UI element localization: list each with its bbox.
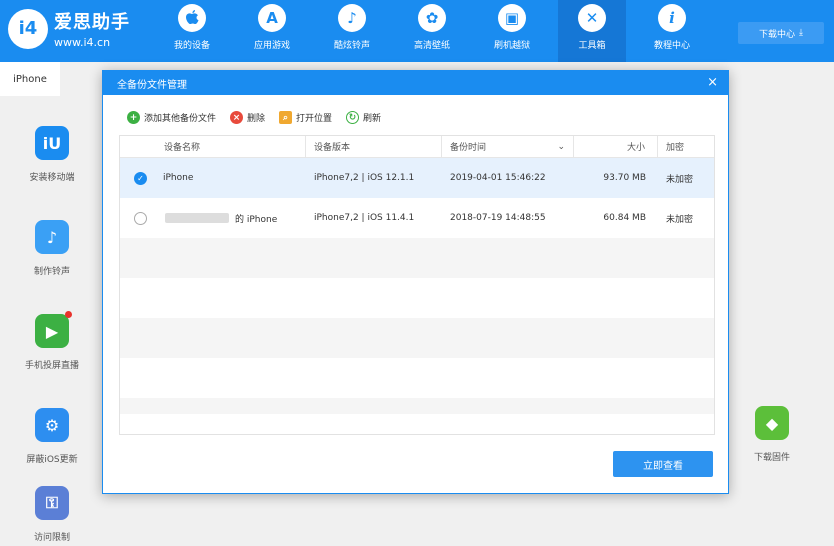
bell-icon: ♪ xyxy=(338,4,366,32)
nav-label: 工具箱 xyxy=(578,41,606,51)
lock-icon: ⚿ xyxy=(35,486,69,520)
col-encryption[interactable]: 加密 xyxy=(658,136,714,157)
sort-chevron-icon: ⌄ xyxy=(557,141,565,152)
empty-row xyxy=(120,318,714,358)
nav-label: 教程中心 xyxy=(653,41,690,51)
col-size[interactable]: 大小 xyxy=(574,136,658,157)
gear-icon: ⚙ xyxy=(35,408,69,442)
delete-button[interactable]: × 删除 xyxy=(230,111,265,124)
nav-label: 我的设备 xyxy=(173,41,210,51)
backup-time: 2019-04-01 15:46:22 xyxy=(450,173,546,183)
tool-label: 安装移动端 xyxy=(29,173,75,183)
dialog-toolbar: + 添加其他备份文件 × 删除 ⌕ 打开位置 ↻ 刷新 xyxy=(127,111,395,124)
backup-size: 60.84 MB xyxy=(603,213,646,223)
nav-ringtones[interactable]: ♪ 酷炫铃声 xyxy=(318,0,386,62)
i4-logo-icon: i4 xyxy=(8,8,48,49)
empty-row xyxy=(120,238,714,278)
wallpaper-icon: ✿ xyxy=(418,4,446,32)
app-url: www.i4.cn xyxy=(54,36,111,49)
encryption-status: 未加密 xyxy=(666,214,694,225)
dialog-title: 全备份文件管理 xyxy=(117,79,187,91)
delete-icon: × xyxy=(230,111,244,124)
close-icon[interactable]: × xyxy=(707,75,718,90)
radio-checked-icon[interactable]: ✓ xyxy=(134,171,147,185)
tool-install-mobile[interactable]: iU 安装移动端 xyxy=(0,126,104,183)
nav-apps-games[interactable]: A 应用游戏 xyxy=(238,0,306,62)
refresh-button[interactable]: ↻ 刷新 xyxy=(346,111,381,124)
screen-cast-icon: ▶ xyxy=(35,311,72,348)
col-device-name[interactable]: 设备名称 xyxy=(120,136,306,157)
device-name: iPhone xyxy=(163,173,194,183)
nav-label: 高清壁纸 xyxy=(413,41,450,51)
i4-app-icon: iU xyxy=(35,126,69,160)
tool-access-restriction[interactable]: ⚿ 访问限制 xyxy=(0,486,104,543)
nav-wallpapers[interactable]: ✿ 高清壁纸 xyxy=(398,0,466,62)
bell-plus-icon: ♪ xyxy=(35,220,69,254)
download-center-label: 下载中心 xyxy=(759,29,796,40)
apple-icon xyxy=(178,4,206,32)
cube-icon: ◆ xyxy=(755,406,789,440)
app-store-icon: A xyxy=(258,4,286,32)
download-center-button[interactable]: 下载中心 ⤓ xyxy=(738,22,824,44)
device-tab-iphone[interactable]: iPhone xyxy=(0,62,60,96)
tools-icon: ✕ xyxy=(578,4,606,32)
tool-screen-cast[interactable]: ▶ 手机投屏直播 xyxy=(0,311,104,371)
nav-my-device[interactable]: 我的设备 xyxy=(158,0,226,62)
backup-table: 设备名称 设备版本 备份时间 ⌄ 大小 加密 ✓ iPhone iPhone7,… xyxy=(119,135,715,435)
nav-toolbox[interactable]: ✕ 工具箱 xyxy=(558,0,626,62)
notification-dot xyxy=(65,311,72,318)
col-device-version[interactable]: 设备版本 xyxy=(306,136,442,157)
redacted-name xyxy=(165,213,229,223)
add-backup-button[interactable]: + 添加其他备份文件 xyxy=(127,111,216,124)
tool-block-ios-update[interactable]: ⚙ 屏蔽iOS更新 xyxy=(0,408,104,465)
table-row[interactable]: ✓ iPhone iPhone7,2 | iOS 12.1.1 2019-04-… xyxy=(120,158,714,198)
nav-label: 酷炫铃声 xyxy=(333,41,370,51)
backup-size: 93.70 MB xyxy=(603,173,646,183)
encryption-status: 未加密 xyxy=(666,174,694,185)
col-backup-time[interactable]: 备份时间 ⌄ xyxy=(442,136,574,157)
device-version: iPhone7,2 | iOS 12.1.1 xyxy=(314,173,415,183)
empty-row xyxy=(120,278,714,318)
add-icon: + xyxy=(127,111,140,124)
open-location-button[interactable]: ⌕ 打开位置 xyxy=(279,111,332,124)
app-logo: i4 爱思助手 www.i4.cn xyxy=(8,8,130,49)
dialog-title-bar: 全备份文件管理 × xyxy=(103,71,728,95)
table-row[interactable]: 的 iPhone iPhone7,2 | iOS 11.4.1 2018-07-… xyxy=(120,198,714,238)
refresh-icon: ↻ xyxy=(346,111,360,124)
download-icon: ⤓ xyxy=(799,28,803,38)
tool-label: 屏蔽iOS更新 xyxy=(26,455,78,465)
view-now-button[interactable]: 立即查看 xyxy=(613,451,713,477)
tool-make-ringtone[interactable]: ♪ 制作铃声 xyxy=(0,220,104,277)
app-title: 爱思助手 xyxy=(54,12,130,33)
nav-tutorials[interactable]: i 教程中心 xyxy=(638,0,706,62)
backup-time: 2018-07-19 14:48:55 xyxy=(450,213,546,223)
nav-label: 刷机越狱 xyxy=(493,41,530,51)
nav-flash-jailbreak[interactable]: ▣ 刷机越狱 xyxy=(478,0,546,62)
device-version: iPhone7,2 | iOS 11.4.1 xyxy=(314,213,415,223)
empty-row xyxy=(120,358,714,398)
backup-manager-dialog: 全备份文件管理 × + 添加其他备份文件 × 删除 ⌕ 打开位置 ↻ 刷新 设备… xyxy=(102,70,729,494)
tool-label: 访问限制 xyxy=(33,533,70,543)
radio-unchecked-icon[interactable] xyxy=(134,211,147,225)
table-header: 设备名称 设备版本 备份时间 ⌄ 大小 加密 xyxy=(120,136,714,158)
empty-row xyxy=(120,398,714,414)
tool-label: 制作铃声 xyxy=(33,267,70,277)
tool-label: 下载固件 xyxy=(753,453,790,463)
nav-label: 应用游戏 xyxy=(253,41,290,51)
top-navigation-bar: i4 爱思助手 www.i4.cn 我的设备 A 应用游戏 ♪ 酷炫铃声 ✿ 高… xyxy=(0,0,834,62)
tool-download-firmware[interactable]: ◆ 下载固件 xyxy=(740,406,804,463)
folder-search-icon: ⌕ xyxy=(279,111,293,124)
tool-label: 手机投屏直播 xyxy=(24,361,79,371)
info-icon: i xyxy=(658,4,686,32)
device-name: 的 iPhone xyxy=(235,214,278,225)
box-icon: ▣ xyxy=(498,4,526,32)
